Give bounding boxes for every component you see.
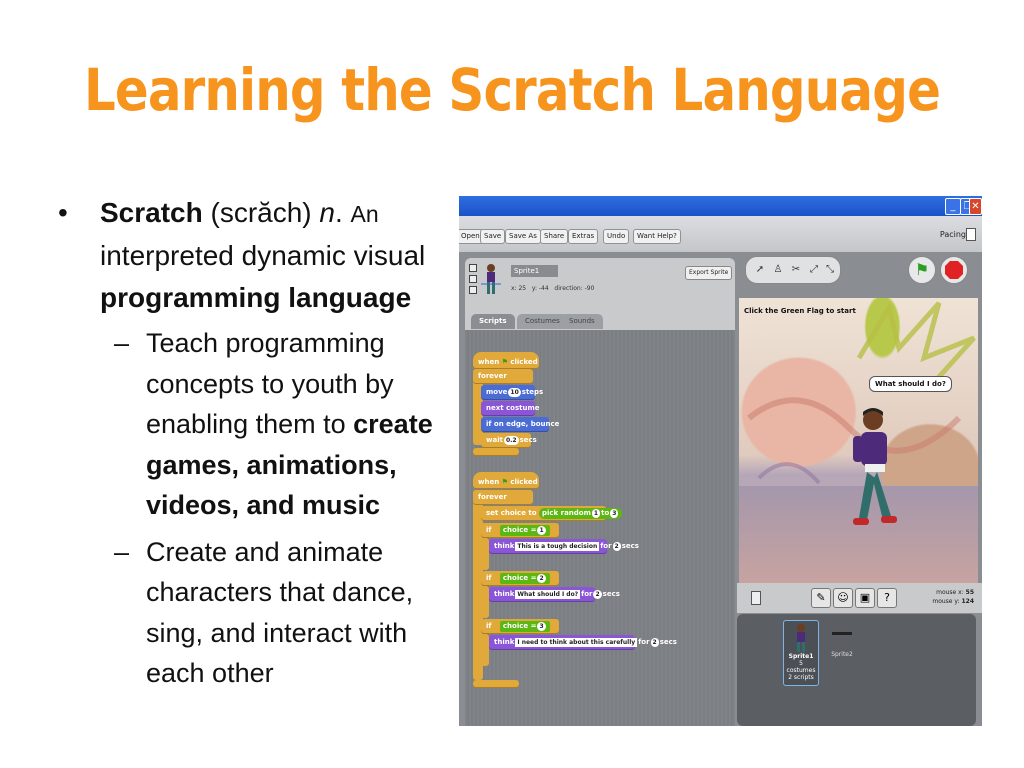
if-arm-1 <box>481 538 489 570</box>
green-flag-icon: ⚑ <box>501 478 508 486</box>
window-titlebar: _ ❐ ✕ <box>459 196 982 216</box>
bullet-list: • Scratch (scrăch) n. An interpreted dyn… <box>58 192 450 694</box>
menu-help[interactable]: Want Help? <box>633 229 681 244</box>
script-panel: Sprite1 x: 25 y: -44 direction: -90 Expo… <box>465 252 735 726</box>
folder-sprite-icon[interactable]: ▣ <box>855 588 875 608</box>
tab-sounds[interactable]: Sounds <box>561 314 603 329</box>
menu-undo[interactable]: Undo <box>603 229 630 244</box>
export-sprite-button[interactable]: Export Sprite <box>685 266 733 280</box>
bullet-line2: interpreted dynamic visual <box>100 240 426 271</box>
menu-extras[interactable]: Extras <box>568 229 599 244</box>
scratch-screenshot: _ ❐ ✕ Open Save Save As Share Extras Und… <box>459 196 982 726</box>
think-block-1[interactable]: think This is a tough decision for 2 secs <box>489 539 639 554</box>
if-block-3[interactable]: if choice = 3 <box>481 619 559 634</box>
pick-random-block[interactable]: pick random 1 to 3 <box>538 508 623 519</box>
mouse-y-readout: mouse y: 124 <box>932 598 974 605</box>
sprite-toolbar: ✎ ☺ ▣ ? mouse x: 55 mouse y: 124 <box>737 583 982 613</box>
sprite-character[interactable] <box>839 406 909 546</box>
sub-bullet-dash: – <box>114 328 130 358</box>
menu-save-as[interactable]: Save As <box>505 229 541 244</box>
think-block-3[interactable]: think I need to think about this carefull… <box>489 635 677 650</box>
set-choice-block[interactable]: set choice to pick random 1 to 3 <box>481 506 623 521</box>
stop-sign-icon <box>945 261 963 279</box>
sprite1-scripts: 2 scripts <box>788 674 814 681</box>
green-flag-icon: ⚑ <box>501 358 508 366</box>
stage-hint: Click the Green Flag to start <box>744 307 856 315</box>
tab-scripts[interactable]: Scripts <box>471 314 515 329</box>
pacing-label: Pacing <box>939 230 966 239</box>
close-icon[interactable]: ✕ <box>969 198 982 215</box>
bullet-pron: (scrăch) <box>202 197 320 228</box>
sprite-list: Sprite1 5 costumes 2 scripts Sprite2 <box>737 614 976 726</box>
move-block[interactable]: move 10 steps <box>481 385 543 400</box>
sprite1-name: Sprite1 <box>788 653 814 660</box>
bounce-block[interactable]: if on edge, bounce <box>481 417 559 432</box>
pacing-icon[interactable] <box>966 228 976 241</box>
sprite-info: Sprite1 x: 25 y: -44 direction: -90 Expo… <box>465 258 735 310</box>
paint-sprite-icon[interactable]: ✎ <box>811 588 831 608</box>
bullet-lead: An <box>350 201 379 227</box>
tab-bar: Scripts Costumes Sounds <box>465 310 735 330</box>
stop-button[interactable] <box>940 256 968 284</box>
sprite2-thumb-icon <box>832 632 852 635</box>
if-arm-3 <box>481 634 489 666</box>
think-block-2[interactable]: think What should I do? for 2 secs <box>489 587 620 602</box>
sprite1-thumb-icon <box>797 624 805 652</box>
menu-bar: Open Save Save As Share Extras Undo Want… <box>459 216 982 252</box>
sprite-coords: x: 25 y: -44 direction: -90 <box>511 285 595 292</box>
menu-share[interactable]: Share <box>540 229 569 244</box>
sub-bullet-1: – Teach programming concepts to youth by… <box>58 323 450 526</box>
bullet-pos: n <box>319 197 335 228</box>
if-block-2[interactable]: if choice = 2 <box>481 571 559 586</box>
bullet-dot: • <box>58 197 68 228</box>
when-flag-hat-block-2[interactable]: when ⚑ clicked <box>473 472 539 489</box>
green-flag-button[interactable]: ⚑ <box>908 256 936 284</box>
menu-save[interactable]: Save <box>480 229 506 244</box>
sprite-tile-sprite2[interactable]: Sprite2 <box>825 620 859 684</box>
choose-sprite-icon[interactable]: ☺ <box>833 588 853 608</box>
choice-equals-3[interactable]: choice = 3 <box>499 621 550 632</box>
sub-bullet-2-text: Create and animate characters that dance… <box>146 536 414 689</box>
forever-block-2[interactable]: forever <box>473 490 533 505</box>
surprise-sprite-icon[interactable]: ? <box>877 588 897 608</box>
forever-end <box>473 448 519 456</box>
bullet-bold-end: programming language <box>100 282 412 313</box>
sub-bullet-dash: – <box>114 536 130 567</box>
sprite2-name: Sprite2 <box>831 651 853 658</box>
scissors-tool-icon[interactable]: ✂ <box>787 260 805 280</box>
choice-equals-2[interactable]: choice = 2 <box>499 573 550 584</box>
sub-bullet-2: – Create and animate characters that dan… <box>58 532 450 694</box>
forever-end-2 <box>473 680 519 688</box>
mouse-x-readout: mouse x: 55 <box>936 589 974 596</box>
bullet-term: Scratch <box>100 197 203 228</box>
sprite-name-field[interactable]: Sprite1 <box>511 265 558 277</box>
sprite-tile-sprite1[interactable]: Sprite1 5 costumes 2 scripts <box>783 620 819 686</box>
stamp-tool-icon[interactable]: ♙ <box>769 260 787 280</box>
if-block-1[interactable]: if choice = 1 <box>481 523 559 538</box>
when-flag-hat-block[interactable]: when ⚑ clicked <box>473 352 539 369</box>
wait-block[interactable]: wait 0.2 secs <box>481 433 537 448</box>
choice-equals-1[interactable]: choice = 1 <box>499 525 550 536</box>
if-arm-2 <box>481 586 489 618</box>
stage[interactable]: Click the Green Flag to start What shoul… <box>739 298 978 583</box>
slide-title: Learning the Scratch Language <box>83 56 941 124</box>
presentation-mode-icon[interactable] <box>751 591 761 605</box>
sprite1-costumes: 5 costumes <box>786 660 816 674</box>
bullet-item: • Scratch (scrăch) n. An interpreted dyn… <box>58 192 450 319</box>
arrow-tool-icon[interactable]: ➚ <box>751 260 769 280</box>
think-bubble: What should I do? <box>869 376 952 392</box>
forever-block[interactable]: forever <box>473 369 533 384</box>
bullet-dot-sep: . <box>334 197 351 228</box>
next-costume-block[interactable]: next costume <box>481 401 540 416</box>
sprite-thumbnail-icon <box>481 264 501 294</box>
script-area[interactable]: when ⚑ clicked forever move 10 steps next … <box>465 330 735 726</box>
shrink-tool-icon[interactable]: ⤡ <box>821 260 839 280</box>
rotation-style-icons[interactable] <box>469 264 477 294</box>
minimize-icon[interactable]: _ <box>945 198 961 215</box>
stage-panel: ➚ ♙ ✂ ⤢ ⤡ ⚑ Click the Green Flag to star… <box>737 252 982 726</box>
